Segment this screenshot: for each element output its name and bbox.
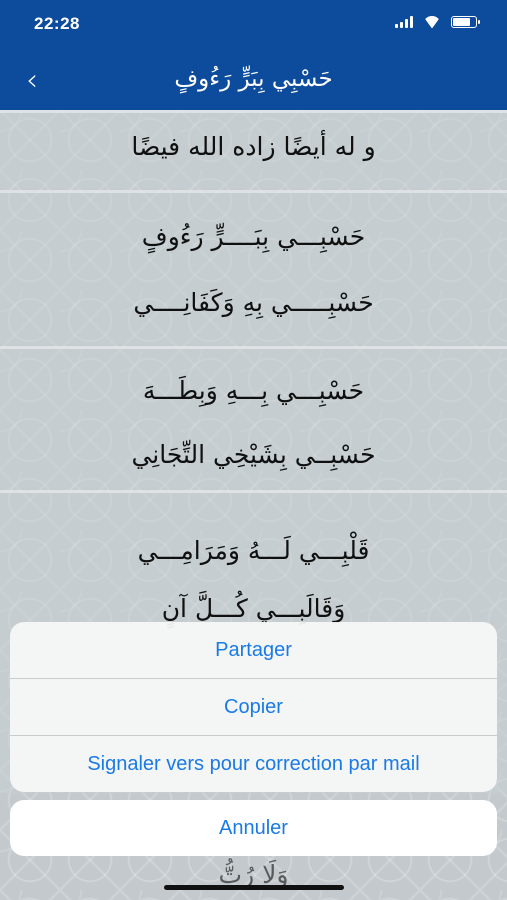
status-bar: 22:28 xyxy=(0,0,507,52)
cancel-button[interactable]: Annuler xyxy=(10,800,497,856)
report-correction-button[interactable]: Signaler vers pour correction par mail xyxy=(10,736,497,792)
status-icons xyxy=(395,16,480,28)
status-time: 22:28 xyxy=(34,14,80,33)
action-sheet: Partager Copier Signaler vers pour corre… xyxy=(10,622,497,792)
wifi-icon xyxy=(423,16,441,28)
home-indicator xyxy=(164,885,344,890)
battery-icon xyxy=(451,16,480,28)
copy-button[interactable]: Copier xyxy=(10,679,497,736)
signal-icon xyxy=(395,16,413,28)
page-title: حَسْبِي بِبَرٍّ رَءُوفٍ xyxy=(174,66,333,92)
chevron-left-icon[interactable]: ‹ xyxy=(12,60,52,100)
share-button[interactable]: Partager xyxy=(10,622,497,679)
navigation-bar: ‹ حَسْبِي بِبَرٍّ رَءُوفٍ xyxy=(0,52,507,110)
